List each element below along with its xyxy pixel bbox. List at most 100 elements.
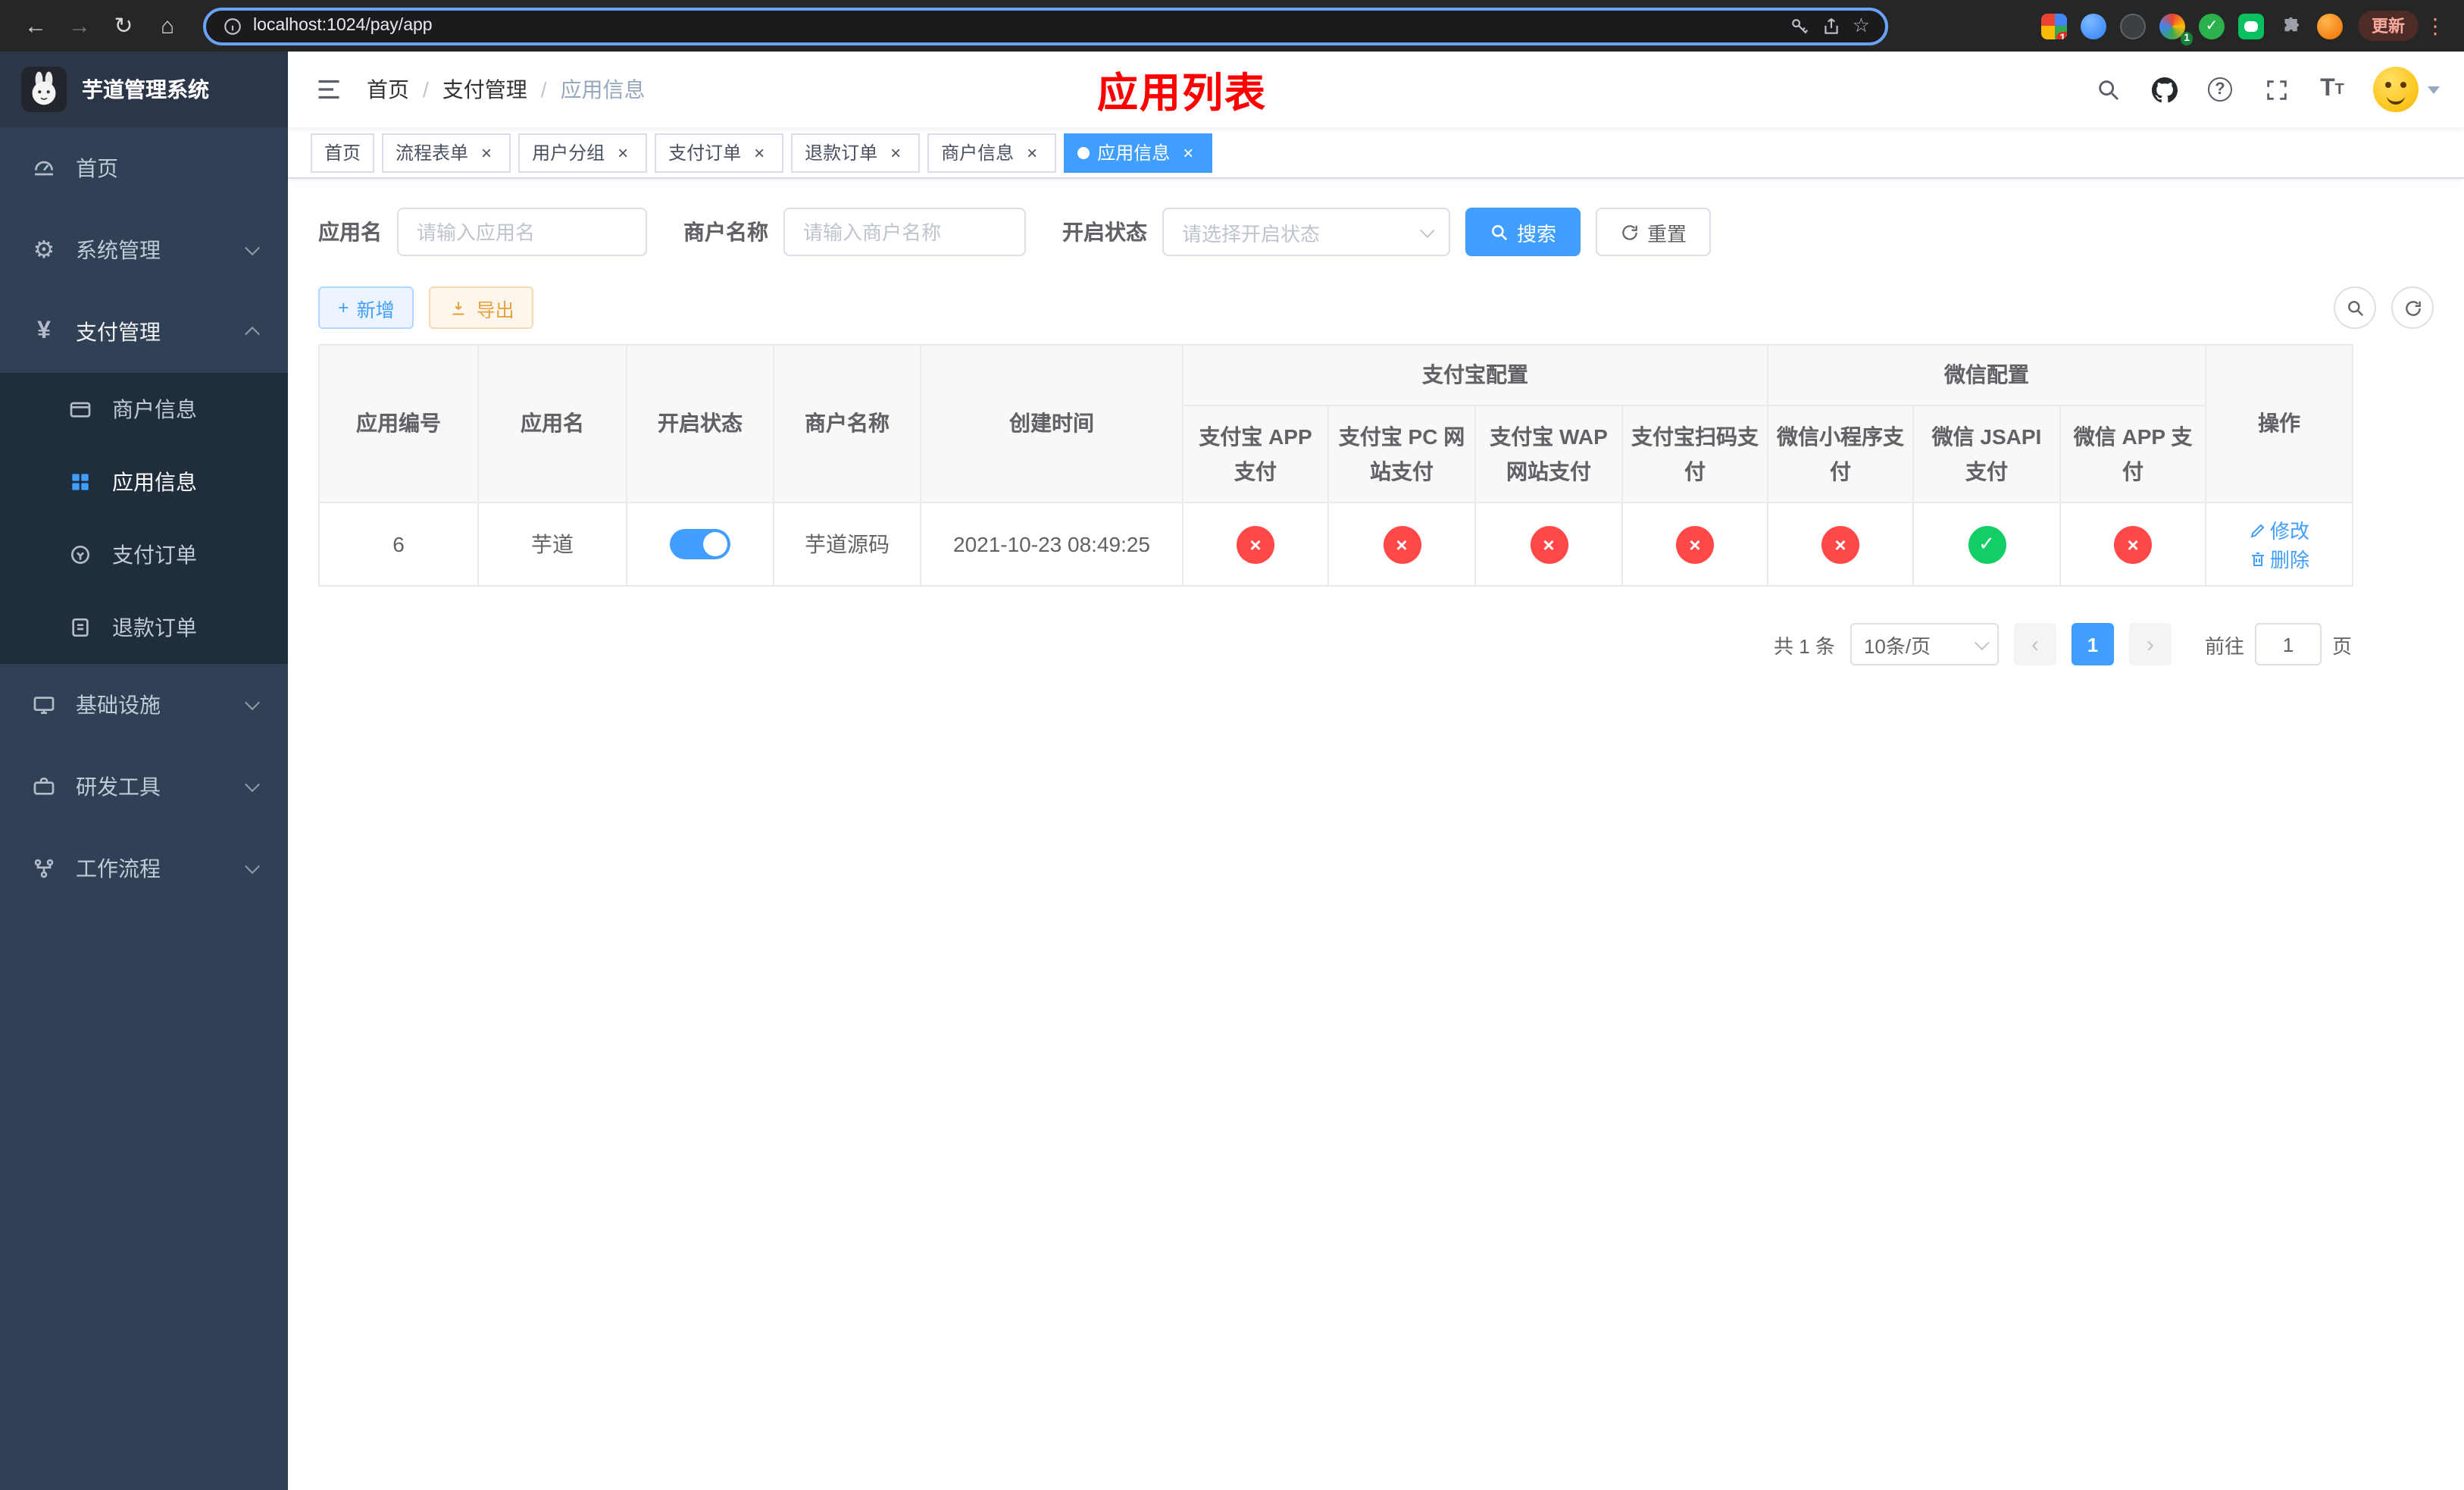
header-search-icon[interactable]	[2093, 74, 2123, 105]
extension-badge: 10	[2056, 31, 2067, 39]
font-size-icon[interactable]: TT	[2317, 74, 2347, 105]
show-search-button[interactable]	[2334, 286, 2376, 329]
reset-button[interactable]: 重置	[1596, 208, 1712, 256]
bookmark-star-icon[interactable]: ☆	[1853, 14, 1870, 38]
sidebar-item-payment[interactable]: ¥ 支付管理	[0, 291, 288, 373]
tab-process-form[interactable]: 流程表单 ×	[382, 133, 511, 172]
close-icon[interactable]: ×	[749, 142, 770, 163]
tab-merchant-info[interactable]: 商户信息 ×	[927, 133, 1057, 172]
cell-alipay-wap: ×	[1474, 502, 1623, 587]
goto-label: 前往	[2204, 634, 2244, 657]
chevron-down-icon	[1419, 222, 1435, 238]
tab-pay-order[interactable]: 支付订单 ×	[655, 133, 784, 172]
browser-home-icon[interactable]: ⌂	[147, 5, 188, 46]
share-icon[interactable]	[1821, 15, 1842, 36]
hamburger-icon[interactable]	[312, 73, 346, 106]
search-icon	[2347, 300, 2363, 316]
browser-forward-icon[interactable]: →	[59, 5, 100, 46]
sidebar-item-workflow[interactable]: 工作流程	[0, 828, 288, 909]
extension-check-icon[interactable]: ✓	[2199, 13, 2225, 39]
user-menu[interactable]	[2373, 67, 2440, 112]
add-button[interactable]: + 新增	[318, 286, 414, 329]
extension-wechat-icon[interactable]	[2238, 13, 2264, 39]
refresh-icon	[2405, 300, 2420, 315]
sidebar-item-home[interactable]: 首页	[0, 127, 288, 209]
delete-link[interactable]: 删除	[2249, 544, 2309, 573]
page-number-1[interactable]: 1	[2071, 623, 2114, 665]
status-select-placeholder: 请选择开启状态	[1182, 222, 1321, 245]
site-info-icon[interactable]	[221, 15, 242, 36]
sidebar-item-merchant-info[interactable]: 商户信息	[0, 373, 288, 446]
export-button[interactable]: 导出	[429, 286, 534, 329]
tab-refund-order[interactable]: 退款订单 ×	[791, 133, 921, 172]
browser-update-button[interactable]: 更新	[2358, 11, 2419, 41]
status-select[interactable]: 请选择开启状态	[1162, 208, 1450, 256]
github-icon[interactable]	[2149, 74, 2179, 105]
next-page-button[interactable]: ›	[2128, 623, 2172, 665]
browser-avatar-icon[interactable]	[2317, 13, 2343, 39]
status-toggle[interactable]	[670, 529, 730, 559]
merchant-name-input[interactable]	[783, 208, 1026, 256]
tab-app-info[interactable]: 应用信息 ×	[1064, 133, 1213, 172]
password-key-icon[interactable]	[1789, 15, 1810, 36]
navbar: 首页 / 支付管理 / 应用信息 应用列表 ? T T	[288, 52, 2464, 127]
sidebar-logo[interactable]: 芋道管理系统	[0, 52, 288, 127]
goto-page: 前往 页	[2205, 623, 2352, 665]
goto-page-input[interactable]	[2254, 623, 2322, 665]
gear-icon: ⚙	[33, 238, 55, 264]
tab-label: 流程表单	[396, 142, 469, 164]
breadcrumb-home[interactable]: 首页	[367, 74, 409, 105]
sidebar-item-app-info[interactable]: 应用信息	[0, 446, 288, 518]
close-icon[interactable]: ×	[885, 142, 906, 163]
total-count: 共 1 条	[1774, 634, 1835, 657]
extension-grid-icon[interactable]: 10	[2041, 13, 2067, 39]
browser-reload-icon[interactable]: ↻	[103, 5, 144, 46]
col-alipay-wap: 支付宝 WAP 网站支付	[1474, 405, 1623, 503]
breadcrumb: 首页 / 支付管理 / 应用信息	[367, 74, 646, 105]
help-icon[interactable]: ?	[2205, 74, 2235, 105]
close-icon[interactable]: ×	[612, 142, 633, 163]
tab-label: 商户信息	[941, 142, 1015, 164]
cell-merchant: 芋道源码	[773, 502, 921, 587]
page-size-select[interactable]: 10条/页	[1850, 623, 1999, 665]
extension-drop-icon[interactable]	[2081, 13, 2106, 39]
close-icon[interactable]: ×	[1021, 142, 1043, 163]
address-bar[interactable]: localhost:1024/pay/app ☆	[203, 7, 1888, 45]
tab-home[interactable]: 首页	[311, 133, 375, 172]
browser-back-icon[interactable]: ←	[15, 5, 56, 46]
extensions-puzzle-icon[interactable]	[2278, 13, 2303, 39]
breadcrumb-payment[interactable]: 支付管理	[442, 74, 527, 105]
sidebar-item-infra[interactable]: 基础设施	[0, 664, 288, 746]
status-icon: ×	[2114, 525, 2153, 563]
prev-page-button[interactable]: ‹	[2013, 623, 2056, 665]
fullscreen-icon[interactable]	[2261, 74, 2291, 105]
app-name-input[interactable]	[397, 208, 647, 256]
sidebar-item-refund-order[interactable]: 退款订单	[0, 591, 288, 664]
pagination: 共 1 条 10条/页 ‹ 1 › 前往 页	[318, 623, 2352, 665]
search-button[interactable]: 搜索	[1465, 208, 1581, 256]
sidebar-item-label: 工作流程	[76, 856, 161, 881]
sidebar-item-system[interactable]: ⚙ 系统管理	[0, 209, 288, 291]
browser-menu-icon[interactable]: ⋮	[2422, 13, 2449, 39]
url-text[interactable]: localhost:1024/pay/app	[253, 17, 1778, 35]
extension-profile-icon[interactable]: 1	[2159, 13, 2193, 45]
cell-created: 2021-10-23 08:49:25	[920, 502, 1184, 587]
close-icon[interactable]: ×	[1177, 142, 1199, 163]
credit-card-icon	[67, 396, 94, 423]
tags-view: 首页 流程表单 × 用户分组 × 支付订单 × 退款订单 × 商户信息 × 应用…	[288, 127, 2464, 179]
sidebar-item-label: 支付订单	[112, 543, 197, 567]
chevron-down-icon	[245, 240, 260, 256]
avatar[interactable]	[2373, 67, 2419, 112]
rabbit-logo-icon	[21, 67, 67, 112]
tab-label: 首页	[324, 142, 361, 164]
extension-dark-icon[interactable]	[2120, 13, 2146, 39]
sidebar-item-devtools[interactable]: 研发工具	[0, 746, 288, 828]
close-icon[interactable]: ×	[476, 142, 497, 163]
col-wechat-mini: 微信小程序支付	[1767, 405, 1914, 503]
document-icon	[67, 614, 94, 641]
edit-link[interactable]: 修改	[2249, 515, 2309, 544]
sidebar-item-pay-order[interactable]: 支付订单	[0, 518, 288, 591]
sidebar-item-label: 支付管理	[76, 320, 161, 344]
tab-user-group[interactable]: 用户分组 ×	[518, 133, 648, 172]
refresh-table-button[interactable]	[2391, 286, 2434, 329]
